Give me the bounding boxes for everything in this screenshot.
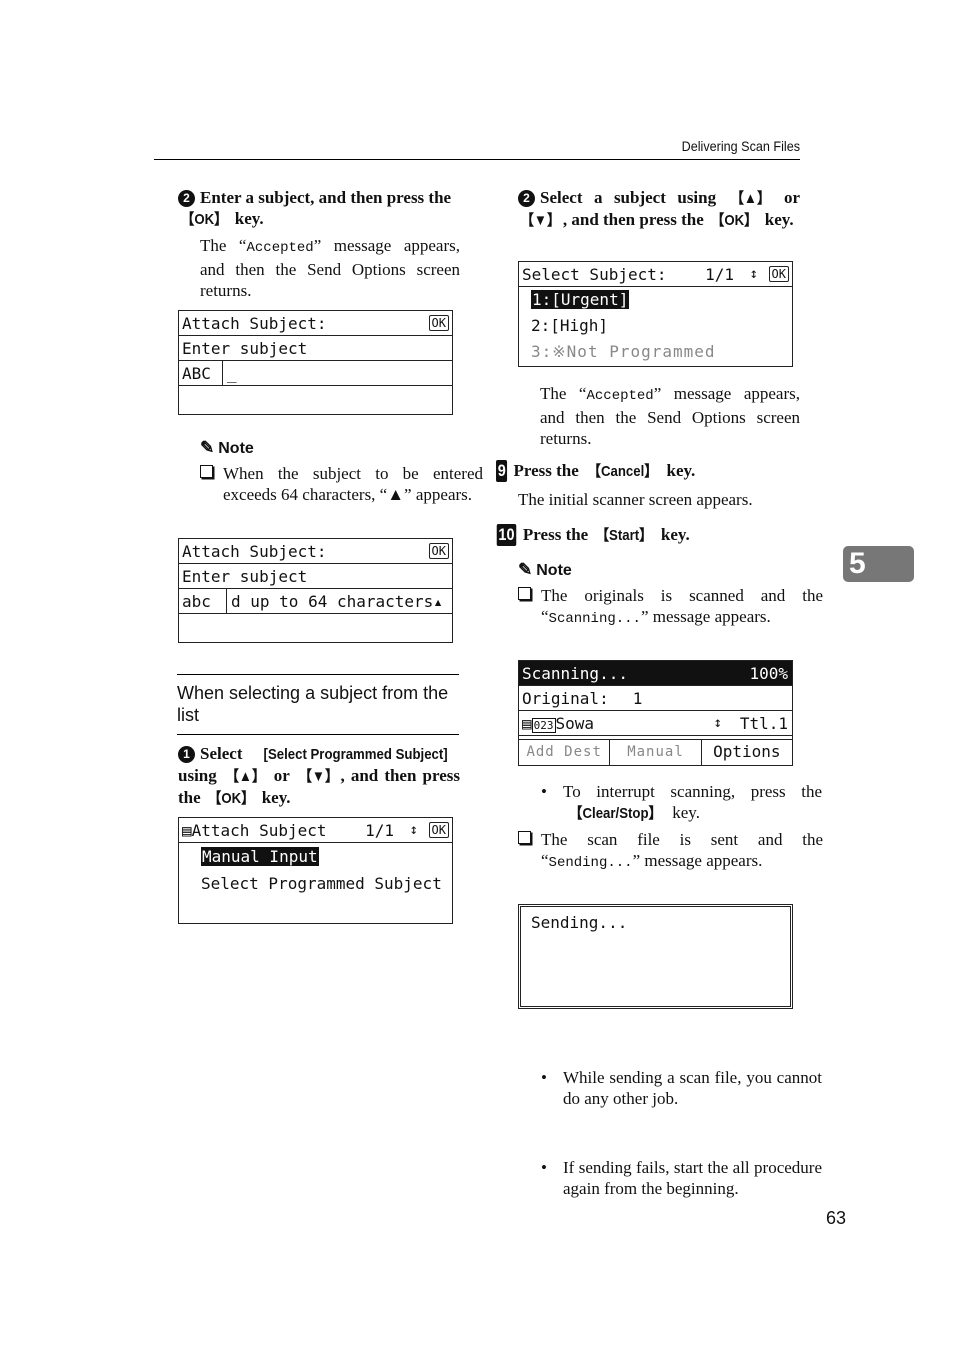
step-number-badge: 2 [178, 190, 195, 207]
lcd-empty-row [179, 386, 452, 411]
destination-icon: ▤ [522, 714, 532, 733]
page-number: 63 [825, 1208, 846, 1228]
list-icon: ▤ [182, 821, 192, 840]
header-rule [154, 159, 800, 160]
lcd-scanning: Scanning... 100% Original: 1 ▤ 023 Sowa ↕ Tt… [518, 660, 793, 766]
bullet-no-other-job: While sending a scan file, you cannot do… [541, 1067, 822, 1109]
input-field: _ [227, 364, 237, 383]
step-1-select-programmed: 1 Select [Select Programmed Subject] usin… [178, 744, 460, 807]
lcd-title-row: Select Subject: 1/1 ↕ OK [519, 262, 792, 287]
step-9-press-cancel: 9 Press the 【Cancel】 key. [496, 460, 696, 482]
step-number-badge: 9 [496, 460, 508, 482]
up-down-arrows-icon: ↕ [749, 266, 758, 282]
up-down-arrows-icon: ↕ [713, 715, 722, 731]
note-item: The originals is scanned and the “Scanni… [518, 585, 823, 630]
lcd-title-row: Attach Subject: OK [179, 539, 452, 564]
step-2-select-subject: 2 Select a subject using 【▲】 or 【▼】, and … [518, 187, 800, 231]
lcd-sending: Sending... [518, 904, 793, 1009]
subject-item-urgent[interactable]: 1:[Urgent] [531, 287, 792, 313]
lcd-original-row: Original: 1 [519, 686, 792, 711]
section-rule-top [177, 674, 459, 675]
running-header: Delivering Scan Files [681, 138, 800, 154]
ok-icon: OK [768, 266, 789, 282]
lcd-title-row: Attach Subject: OK [179, 311, 452, 336]
lcd-input-row: abc d up to 64 characters▴ [179, 589, 452, 614]
lcd-destination-row: ▤ 023 Sowa ↕ Ttl.1 [519, 711, 792, 736]
step-2-description: The “Accepted” message appears, and then… [540, 384, 800, 448]
ok-key-label: 【OK】 [181, 211, 228, 228]
pencil-icon: ✎ [200, 438, 215, 457]
lcd-empty-row [179, 614, 452, 639]
note-heading: ✎ Note [200, 438, 254, 457]
section-title: When selecting a subject from the list [177, 683, 449, 725]
bullet-sending-fails: If sending fails, start the all procedur… [541, 1157, 822, 1199]
lcd-input-row: ABC _ [179, 361, 452, 386]
input-mode: abc [179, 589, 227, 614]
ok-icon: OK [428, 543, 449, 559]
lcd-prompt-row: Enter subject [179, 564, 452, 589]
sending-message: Sending... [531, 913, 628, 932]
chapter-tab: 5 [843, 546, 914, 582]
input-mode: ABC [179, 361, 223, 386]
pencil-icon: ✎ [518, 560, 533, 579]
subject-item-not-programmed: 3:※Not Programmed [531, 342, 716, 361]
step-number-badge: 1 [178, 746, 195, 763]
step-9-description: The initial scanner screen appears. [518, 490, 753, 509]
tab-manual: Manual [610, 740, 702, 766]
note-item: The scan file is sent and the “Sending..… [518, 829, 823, 874]
step-number-badge: 2 [518, 190, 535, 207]
bullet-interrupt-scanning: To interrupt scanning, press the 【Clear/… [541, 781, 822, 824]
lcd-attach-subject-input: Attach Subject: OK Enter subject ABC _ [178, 310, 453, 415]
lcd-attach-subject-overflow: Attach Subject: OK Enter subject abc d up … [178, 538, 453, 643]
lcd-status-row: Scanning... 100% [519, 661, 792, 686]
lcd-menu: Manual Input Select Programmed Subject [179, 843, 452, 897]
lcd-tab-bar: Add Dest Manual Options [519, 739, 792, 766]
subject-item-high[interactable]: 2:[High] [531, 313, 792, 339]
lcd-title-row: ▤Attach Subject 1/1 ↕ OK [179, 818, 452, 843]
input-field: d up to 64 characters▴ [231, 592, 443, 611]
checkbox-bullet-icon [200, 465, 213, 478]
checkbox-bullet-icon [518, 831, 531, 844]
step-10-press-start: 10 Press the 【Start】 key. [496, 524, 690, 546]
menu-item-select-programmed[interactable]: Select Programmed Subject [201, 870, 452, 897]
menu-item-manual-input[interactable]: Manual Input [201, 843, 452, 870]
section-rule-bottom [177, 734, 459, 735]
note-item: When the subject to be entered exceeds 6… [200, 463, 483, 505]
ok-icon: OK [428, 822, 449, 838]
up-down-arrows-icon: ↕ [409, 822, 418, 838]
lcd-prompt-row: Enter subject [179, 336, 452, 361]
step-number-badge: 10 [496, 524, 517, 546]
tab-options[interactable]: Options [702, 740, 792, 766]
note-heading: ✎ Note [518, 560, 572, 579]
tab-add-dest: Add Dest [519, 740, 611, 766]
lcd-attach-subject-menu: ▤Attach Subject 1/1 ↕ OK Manual Input Se… [178, 817, 453, 924]
lcd-select-subject: Select Subject: 1/1 ↕ OK 1:[Urgent] 2:[H… [518, 261, 793, 367]
ok-icon: OK [428, 315, 449, 331]
step-2-description: The “Accepted” message appears, and then… [200, 236, 460, 300]
checkbox-bullet-icon [518, 587, 531, 600]
lcd-subject-list: 1:[Urgent] 2:[High] 3:※Not Programmed [519, 287, 792, 365]
step-2-enter-subject: 2 Enter a subject, and then press the 【OK… [178, 187, 460, 230]
progress-percent: 100% [749, 664, 788, 683]
